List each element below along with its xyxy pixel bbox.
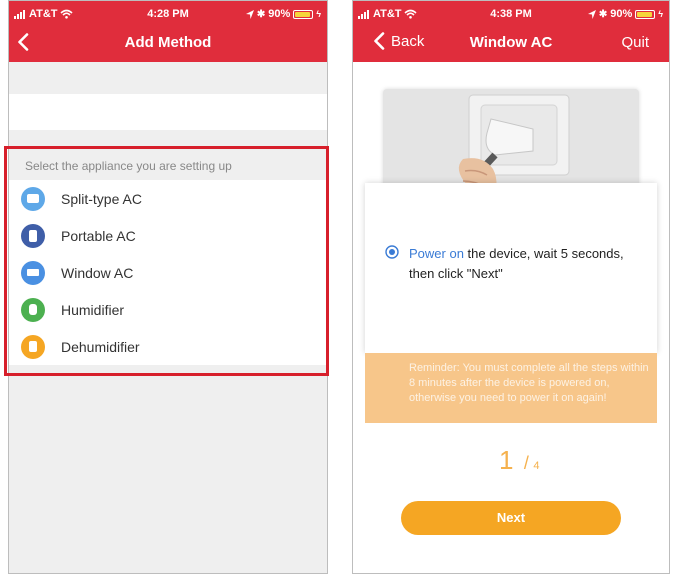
reminder-text: Reminder: You must complete all the step… (409, 362, 649, 404)
page-title: Add Method (124, 34, 212, 51)
step-radio-icon (385, 245, 399, 259)
instruction-highlight: Power on (409, 246, 464, 261)
battery-icon (635, 9, 656, 19)
nav-bar: AT&T 4:38 PM ✱ 90% ϟ Back Window AC Quit (353, 1, 669, 62)
instruction-card: Power on the device, wait 5 seconds, the… (365, 183, 657, 353)
step-separator: / (523, 453, 529, 473)
location-arrow-icon (587, 9, 596, 19)
instruction-text: Power on the device, wait 5 seconds, the… (409, 244, 649, 284)
reminder-banner: Reminder: You must complete all the step… (365, 353, 657, 423)
bluetooth-icon: ✱ (256, 8, 266, 20)
battery-percent: 90% (268, 8, 291, 20)
highlight-box (4, 146, 329, 376)
charging-icon: ϟ (658, 9, 663, 19)
status-right: ✱ 90% ϟ (245, 8, 321, 20)
location-arrow-icon (245, 9, 254, 19)
battery-percent: 90% (610, 8, 633, 20)
step-current: 1 (499, 445, 514, 475)
status-right: ✱ 90% ϟ (587, 8, 663, 20)
step-total: 4 (533, 460, 540, 472)
charging-icon: ϟ (316, 9, 321, 19)
bluetooth-icon: ✱ (598, 8, 608, 20)
phone-screen-window-ac: AT&T 4:38 PM ✱ 90% ϟ Back Window AC Quit (352, 0, 670, 574)
instruction-line2: then click "Next" (409, 266, 503, 281)
instruction-line1: the device, wait 5 seconds, (463, 246, 624, 261)
nav-bar: AT&T 4:28 PM ✱ 90% ϟ Add Method (9, 1, 327, 62)
quit-button[interactable]: Quit (621, 34, 649, 51)
battery-icon (293, 9, 314, 19)
step-indicator: 1 / 4 (499, 445, 540, 476)
next-button[interactable]: Next (401, 501, 621, 535)
blank-section (9, 94, 327, 130)
